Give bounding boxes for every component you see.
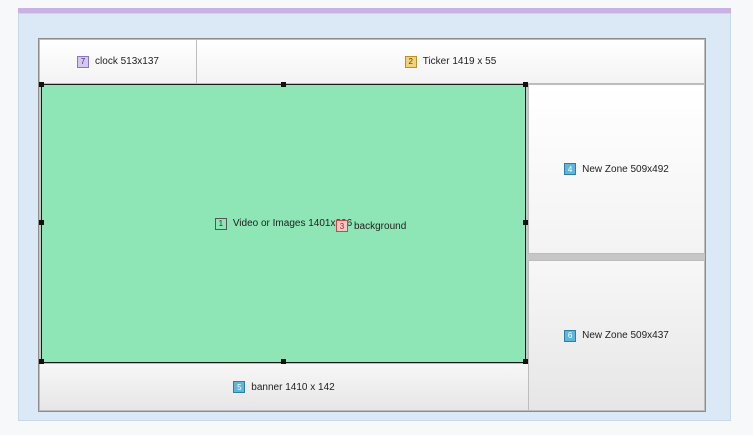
resize-handle-top-right[interactable]	[523, 82, 528, 87]
zone-background-tag[interactable]: 3 background	[336, 220, 406, 232]
layout-canvas: 7 clock 513x137 2 Ticker 1419 x 55 4 New…	[38, 38, 706, 412]
zone-label: Ticker 1419 x 55	[422, 56, 497, 67]
zone-number-badge: 5	[233, 381, 246, 393]
zone-clock[interactable]: 7 clock 513x137	[39, 39, 197, 84]
resize-handle-right[interactable]	[523, 220, 528, 225]
zone-banner[interactable]: 5 banner 1410 x 142	[39, 363, 529, 411]
zone-label: New Zone 509x437	[582, 330, 669, 341]
zone-label: New Zone 509x492	[582, 163, 669, 175]
resize-handle-bottom[interactable]	[281, 359, 286, 364]
resize-handle-bottom-left[interactable]	[39, 359, 44, 364]
zone-ticker[interactable]: 2 Ticker 1419 x 55	[196, 39, 705, 84]
zone-new-zone-6[interactable]: 6 New Zone 509x437	[528, 260, 705, 411]
zone-video-or-images[interactable]: 1 Video or Images 1401x806	[41, 84, 526, 363]
zone-number-badge: 1	[214, 217, 227, 230]
zone-label: banner 1410 x 142	[251, 381, 335, 393]
zone-number-badge: 3	[336, 220, 348, 232]
resize-handle-left[interactable]	[39, 220, 44, 225]
zone-number-badge: 6	[564, 329, 577, 342]
zone-new-zone-4[interactable]: 4 New Zone 509x492	[528, 84, 705, 254]
resize-handle-top[interactable]	[281, 82, 286, 87]
zone-number-badge: 2	[404, 55, 417, 68]
resize-handle-top-left[interactable]	[39, 82, 44, 87]
zone-label: Video or Images 1401x806	[232, 218, 353, 229]
resize-handle-bottom-right[interactable]	[523, 359, 528, 364]
zone-number-badge: 7	[77, 55, 90, 68]
zone-label: clock 513x137	[95, 56, 159, 67]
zone-label: background	[354, 220, 407, 232]
zone-number-badge: 4	[564, 163, 577, 175]
